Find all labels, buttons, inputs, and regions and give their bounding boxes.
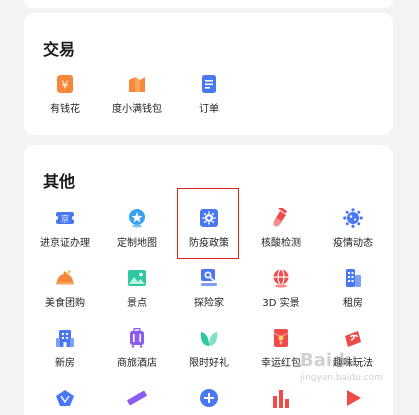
food-deal-icon xyxy=(55,268,75,288)
order-icon xyxy=(199,74,219,94)
other-item-label: 新房 xyxy=(55,358,75,369)
rent-house-icon xyxy=(343,268,363,288)
3d-globe-icon xyxy=(271,268,291,288)
luggage-icon xyxy=(127,328,147,348)
custom-map-icon xyxy=(127,208,147,228)
svg-text:¥: ¥ xyxy=(279,341,282,347)
other-item-label: 探险家 xyxy=(194,298,224,309)
other-item-label: 进京证办理 xyxy=(40,238,90,249)
other-item-label: 幸运红包 xyxy=(261,358,301,369)
other-item-label: 美食团购 xyxy=(45,298,85,309)
red-envelope-icon: ¥ xyxy=(271,328,291,348)
map-pin-icon xyxy=(55,388,75,408)
other-item-label: 核酸检测 xyxy=(261,238,301,249)
other-item-label: 疫情动态 xyxy=(333,238,373,249)
trade-item-label: 订单 xyxy=(199,104,219,115)
trade-item-label: 有钱花 xyxy=(50,104,80,115)
bar-chart-icon xyxy=(271,388,291,408)
test-tube-icon xyxy=(271,208,291,228)
scenic-spot-icon xyxy=(127,268,147,288)
other-item-label: 租房 xyxy=(343,298,363,309)
svg-text:¥: ¥ xyxy=(62,79,69,92)
new-house-icon xyxy=(55,328,75,348)
fun-play-icon xyxy=(343,328,363,348)
other-item-label: 商旅酒店 xyxy=(117,358,157,369)
trade-item-label: 度小满钱包 xyxy=(112,104,162,115)
other-item-label: 定制地图 xyxy=(117,238,157,249)
other-item-label: 景点 xyxy=(127,298,147,309)
wallet-icon xyxy=(127,74,147,94)
other-item-label: 限时好礼 xyxy=(189,358,229,369)
ruler-icon xyxy=(127,388,147,408)
play-icon xyxy=(343,388,363,408)
section-title-other: 其他 xyxy=(43,172,76,191)
highlight-box xyxy=(177,188,239,259)
explorer-icon xyxy=(199,268,219,288)
section-title-trade: 交易 xyxy=(43,40,76,59)
other-item-label: 趣味玩法 xyxy=(333,358,373,369)
virus-icon xyxy=(343,208,363,228)
other-item-label: 3D 实景 xyxy=(262,298,300,309)
plus-circle-icon xyxy=(199,388,219,408)
top-card-edge xyxy=(24,0,393,8)
leaf-gift-icon xyxy=(199,328,219,348)
money-icon: ¥ xyxy=(55,74,75,94)
svg-text:京: 京 xyxy=(61,214,69,224)
beijing-pass-icon: 京 xyxy=(55,208,75,228)
